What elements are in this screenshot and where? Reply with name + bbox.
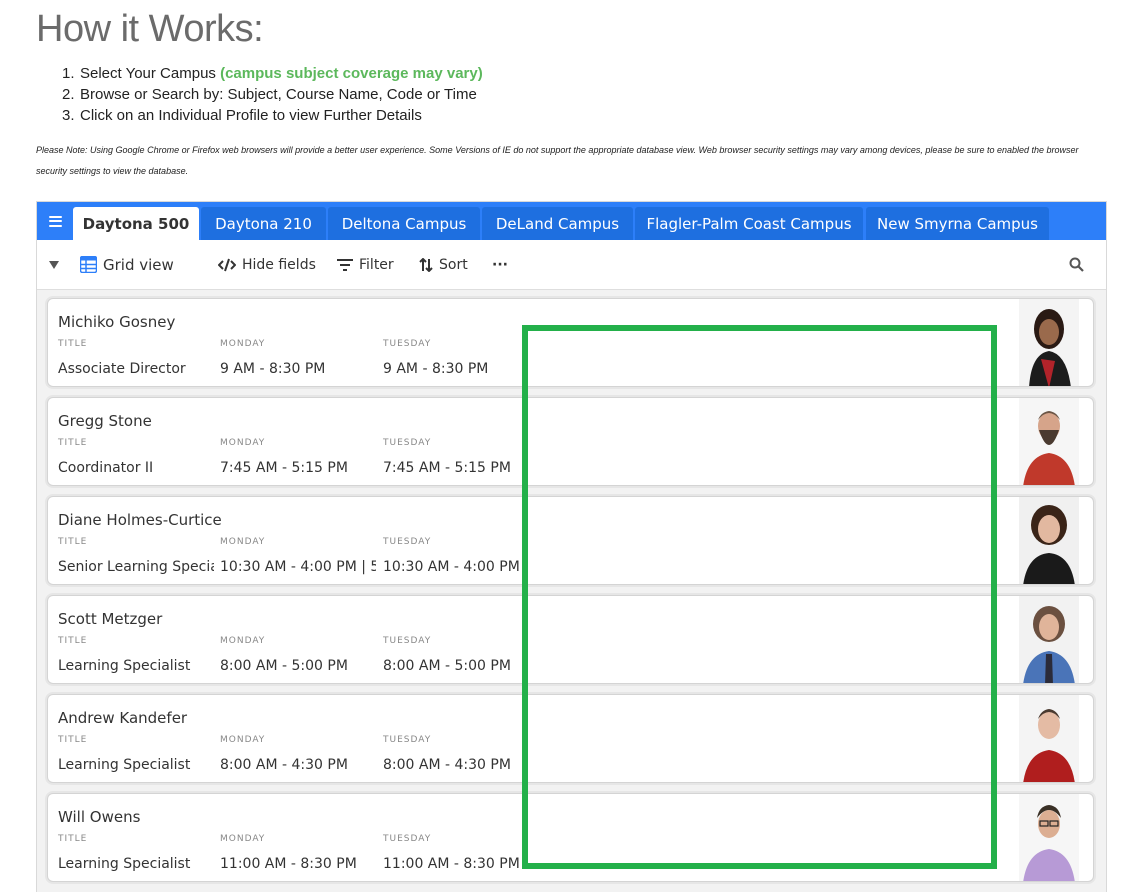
instructions-list: 1. Select Your Campus (campus subject cov…	[62, 63, 483, 126]
view-toolbar: Grid view Hide fields Filter Sort ···	[37, 240, 1106, 290]
field-label-monday: MONDAY	[220, 438, 266, 448]
profile-photo	[1019, 299, 1079, 386]
record-card[interactable]: Diane Holmes-Curtice TITLE MONDAY TUESDA…	[47, 496, 1094, 585]
record-title: Learning Specialist	[58, 757, 191, 773]
profile-photo	[1019, 596, 1079, 683]
profile-photo	[1019, 398, 1079, 485]
filter-icon	[337, 258, 353, 271]
campus-coverage-note: (campus subject coverage may vary)	[220, 65, 483, 82]
record-tuesday-hours: 11:00 AM - 8:30 PM	[383, 856, 520, 872]
browser-note: Please Note: Using Google Chrome or Fire…	[36, 145, 1079, 176]
profile-photo	[1019, 497, 1079, 584]
record-tuesday-hours: 7:45 AM - 5:15 PM	[383, 460, 511, 476]
step-text: Browse or Search by: Subject, Course Nam…	[80, 86, 477, 103]
record-name: Diane Holmes-Curtice	[58, 511, 222, 529]
field-label-title: TITLE	[58, 339, 88, 349]
hide-fields-label: Hide fields	[242, 256, 316, 273]
profile-photo	[1019, 695, 1079, 782]
filter-button[interactable]: Filter	[337, 240, 394, 289]
record-title: Senior Learning Specialist	[58, 559, 214, 575]
record-name: Scott Metzger	[58, 610, 163, 628]
record-card[interactable]: Andrew Kandefer TITLE MONDAY TUESDAY Lea…	[47, 694, 1094, 783]
record-monday-hours: 10:30 AM - 4:00 PM | 5:3	[220, 559, 376, 575]
hide-fields-icon	[218, 258, 236, 271]
record-monday-hours: 8:00 AM - 5:00 PM	[220, 658, 348, 674]
record-monday-hours: 9 AM - 8:30 PM	[220, 361, 326, 377]
record-title: Learning Specialist	[58, 658, 191, 674]
sort-button[interactable]: Sort	[419, 240, 468, 289]
record-card[interactable]: Will Owens TITLE MONDAY TUESDAY Learning…	[47, 793, 1094, 882]
record-name: Andrew Kandefer	[58, 709, 188, 727]
campus-tab-bar: Daytona 500 Daytona 210 Deltona Campus D…	[37, 202, 1106, 240]
field-label-tuesday: TUESDAY	[383, 735, 432, 745]
field-label-title: TITLE	[58, 537, 88, 547]
tab-flagler-palm-coast-campus[interactable]: Flagler-Palm Coast Campus	[635, 207, 863, 240]
field-label-monday: MONDAY	[220, 339, 266, 349]
record-tuesday-hours: 8:00 AM - 5:00 PM	[383, 658, 511, 674]
instruction-step-1: 1. Select Your Campus (campus subject cov…	[62, 63, 483, 84]
record-monday-hours: 11:00 AM - 8:30 PM	[220, 856, 357, 872]
step-number: 1.	[62, 65, 75, 82]
record-name: Michiko Gosney	[58, 313, 176, 331]
grid-view-label: Grid view	[103, 255, 174, 274]
record-name: Gregg Stone	[58, 412, 152, 430]
tab-daytona-210[interactable]: Daytona 210	[201, 207, 326, 240]
record-card[interactable]: Scott Metzger TITLE MONDAY TUESDAY Learn…	[47, 595, 1094, 684]
hide-fields-button[interactable]: Hide fields	[218, 240, 316, 289]
field-label-tuesday: TUESDAY	[383, 339, 432, 349]
record-name: Will Owens	[58, 808, 141, 826]
record-title: Associate Director	[58, 361, 186, 377]
search-button[interactable]	[1069, 240, 1090, 289]
field-label-tuesday: TUESDAY	[383, 438, 432, 448]
caret-down-icon	[49, 260, 59, 269]
step-number: 3.	[62, 107, 75, 124]
step-text: Select Your Campus	[80, 65, 221, 82]
airtable-embed: Daytona 500 Daytona 210 Deltona Campus D…	[36, 201, 1107, 892]
record-monday-hours: 8:00 AM - 4:30 PM	[220, 757, 348, 773]
filter-label: Filter	[359, 256, 394, 273]
field-label-monday: MONDAY	[220, 636, 266, 646]
menu-button[interactable]	[37, 202, 73, 240]
step-text: Click on an Individual Profile to view F…	[80, 107, 422, 124]
sort-icon	[419, 257, 433, 272]
field-label-title: TITLE	[58, 438, 88, 448]
field-label-tuesday: TUESDAY	[383, 636, 432, 646]
view-menu-toggle[interactable]	[49, 240, 65, 289]
profile-photo	[1019, 794, 1079, 881]
more-options-button[interactable]: ···	[492, 240, 508, 289]
field-label-tuesday: TUESDAY	[383, 834, 432, 844]
instruction-step-3: 3. Click on an Individual Profile to view…	[62, 105, 483, 126]
hamburger-icon	[48, 215, 62, 227]
grid-view-selector[interactable]: Grid view	[80, 240, 174, 289]
record-monday-hours: 7:45 AM - 5:15 PM	[220, 460, 348, 476]
field-label-title: TITLE	[58, 636, 88, 646]
grid-icon	[80, 256, 97, 273]
tab-new-smyrna-campus[interactable]: New Smyrna Campus	[866, 207, 1049, 240]
record-card[interactable]: Michiko Gosney TITLE MONDAY TUESDAY Asso…	[47, 298, 1094, 387]
step-number: 2.	[62, 86, 75, 103]
page-title: How it Works:	[36, 8, 264, 50]
field-label-monday: MONDAY	[220, 735, 266, 745]
record-title: Learning Specialist	[58, 856, 191, 872]
field-label-tuesday: TUESDAY	[383, 537, 432, 547]
record-card[interactable]: Gregg Stone TITLE MONDAY TUESDAY Coordin…	[47, 397, 1094, 486]
record-tuesday-hours: 9 AM - 8:30 PM	[383, 361, 489, 377]
tab-deland-campus[interactable]: DeLand Campus	[482, 207, 633, 240]
tab-deltona-campus[interactable]: Deltona Campus	[328, 207, 480, 240]
field-label-title: TITLE	[58, 735, 88, 745]
sort-label: Sort	[439, 256, 468, 273]
field-label-title: TITLE	[58, 834, 88, 844]
instruction-step-2: 2. Browse or Search by: Subject, Course N…	[62, 84, 483, 105]
field-label-monday: MONDAY	[220, 834, 266, 844]
search-icon	[1069, 257, 1084, 272]
record-tuesday-hours: 8:00 AM - 4:30 PM	[383, 757, 511, 773]
record-title: Coordinator II	[58, 460, 154, 476]
field-label-monday: MONDAY	[220, 537, 266, 547]
record-tuesday-hours: 10:30 AM - 4:00 PM	[383, 559, 520, 575]
tab-daytona-500[interactable]: Daytona 500	[73, 207, 199, 240]
